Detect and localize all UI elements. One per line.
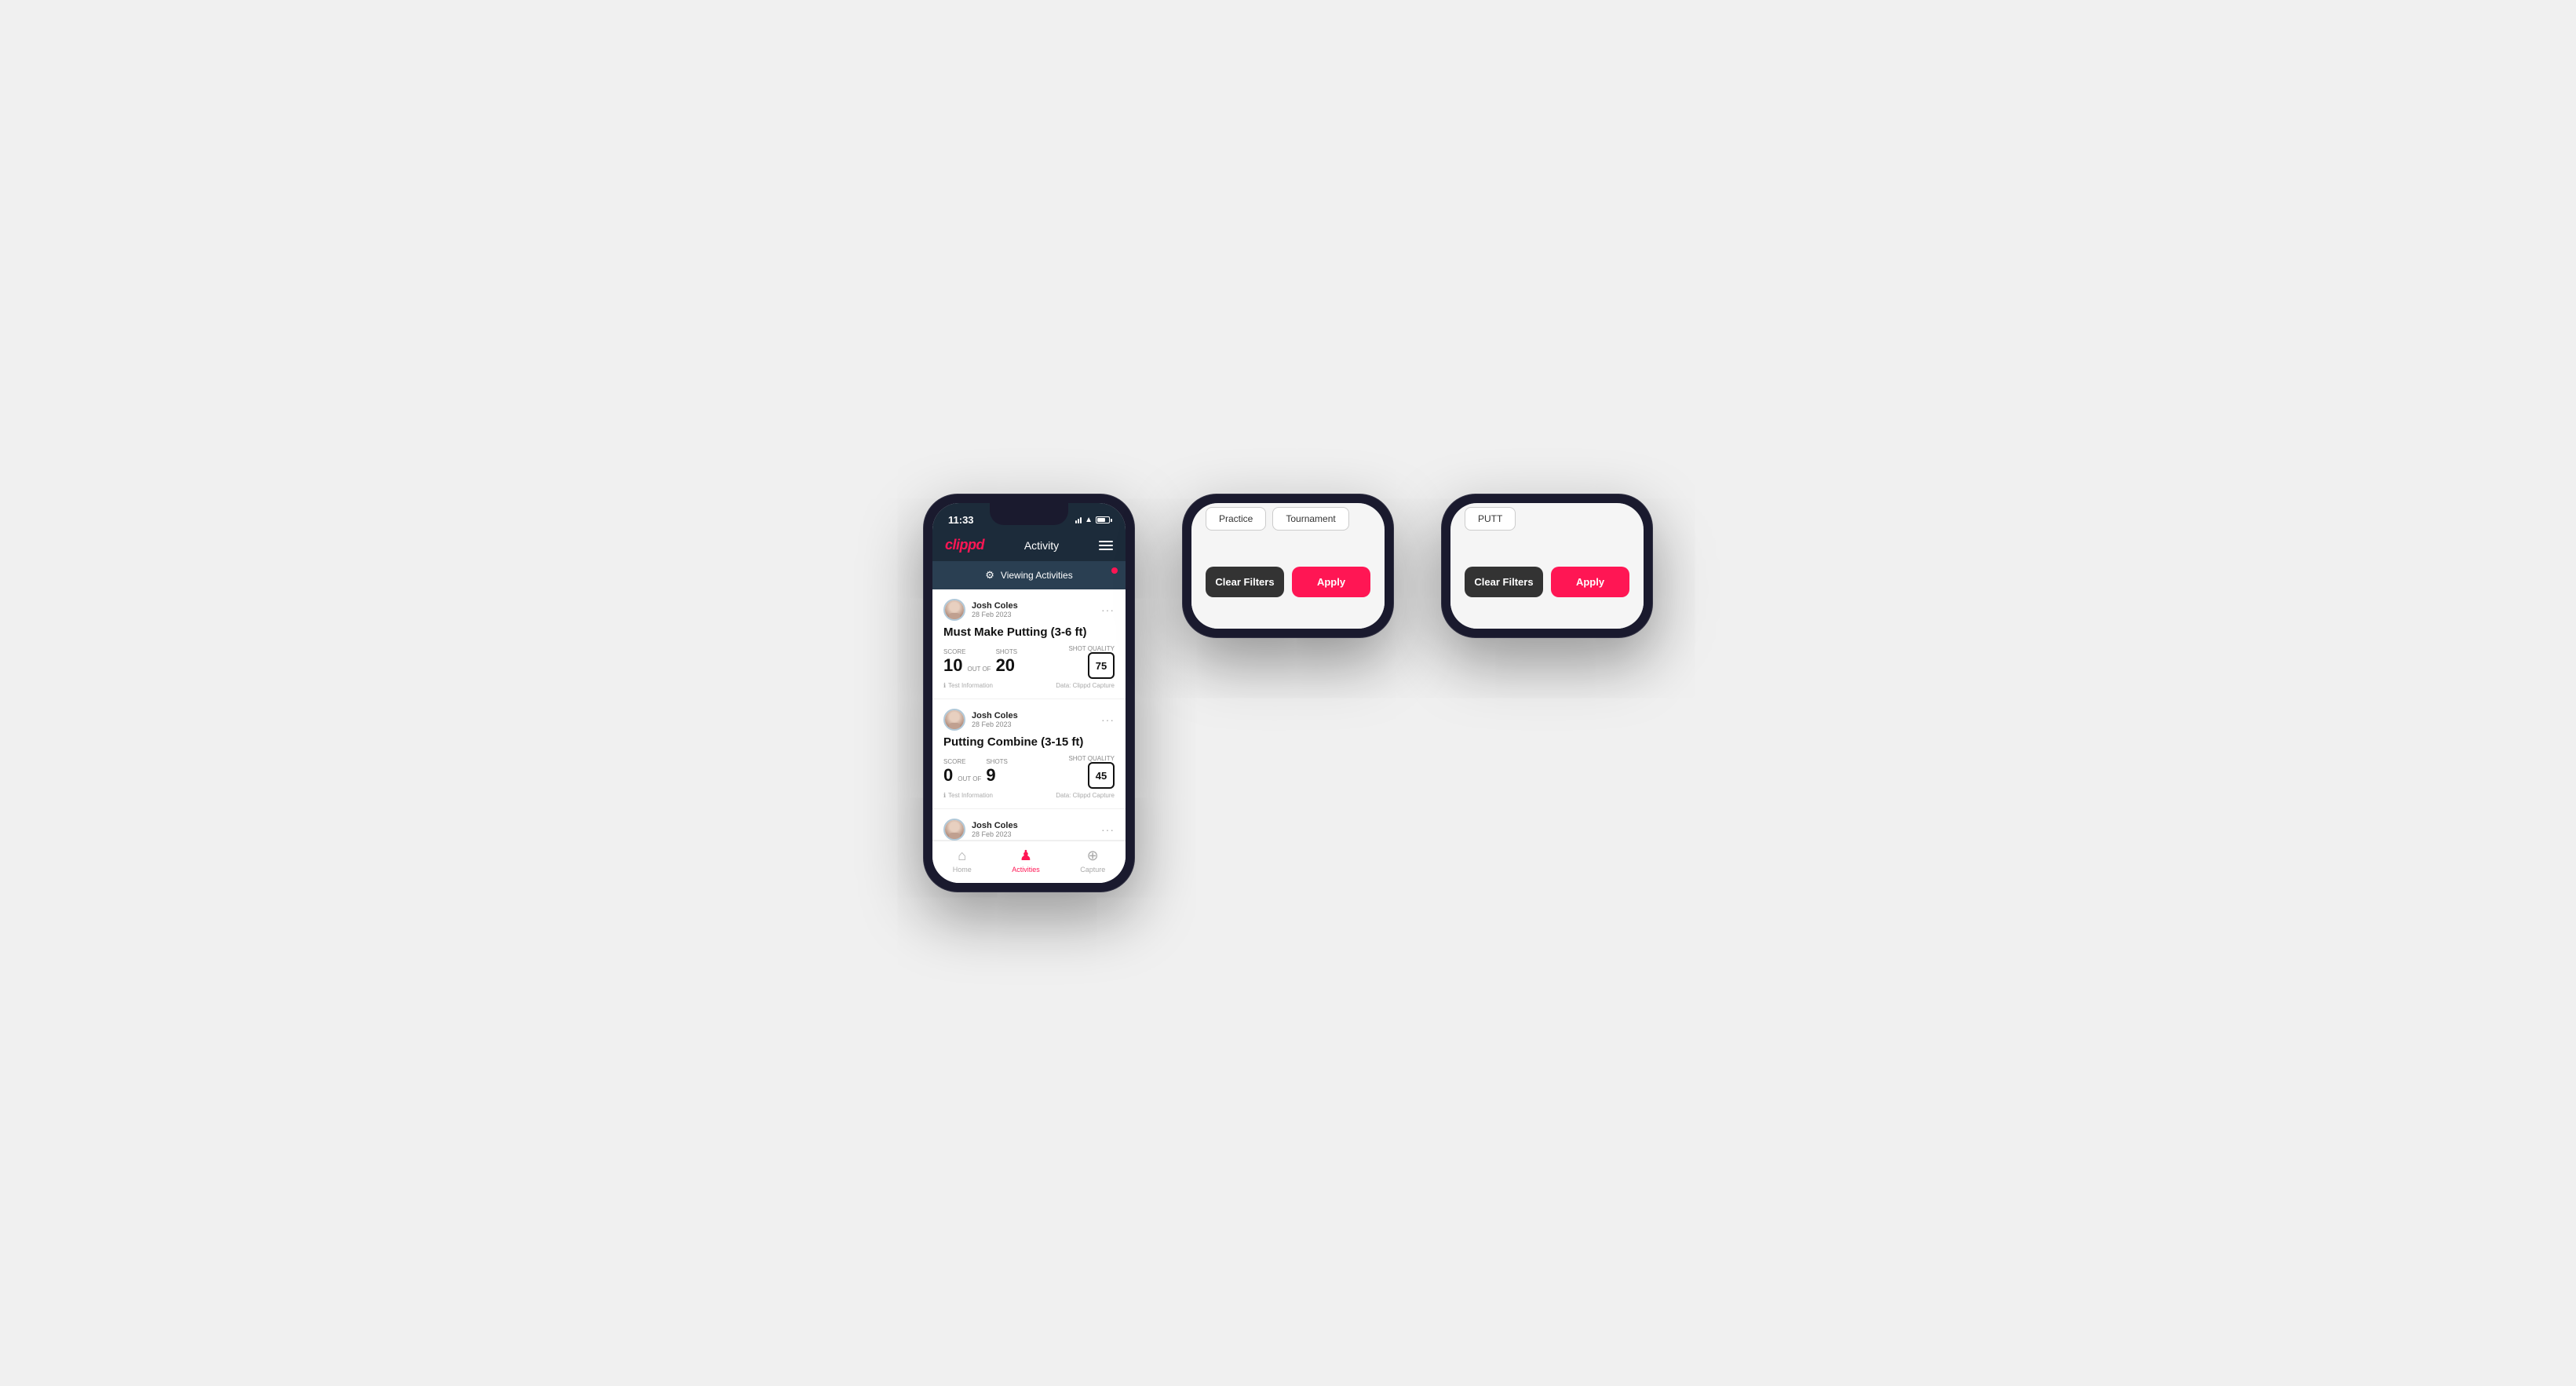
- shot-quality-label-2: Shot Quality: [1068, 755, 1115, 762]
- activity-title-1: Must Make Putting (3-6 ft): [943, 626, 1115, 639]
- nav-title-1: Activity: [1024, 539, 1059, 552]
- score-label-1: Score: [943, 648, 993, 655]
- activity-list-1: Josh Coles 28 Feb 2023 ··· Must Make Put…: [932, 589, 1126, 841]
- activity-card-3: Josh Coles 28 Feb 2023 ···: [932, 809, 1126, 841]
- filter-sheet-3: Filter ✕ Show Rounds Practice Drills Pra…: [1450, 503, 1644, 629]
- apply-btn-2[interactable]: Apply: [1292, 567, 1370, 597]
- score-value-1: 10: [943, 655, 962, 676]
- viewing-label-1: Viewing Activities: [1001, 570, 1073, 581]
- status-time-1: 11:33: [948, 514, 974, 526]
- phone-notch: [990, 503, 1068, 525]
- user-name-2: Josh Coles: [972, 711, 1018, 720]
- home-icon-1: ⌂: [958, 848, 966, 864]
- wifi-icon: ▲: [1085, 516, 1093, 524]
- score-value-2: 0: [943, 765, 953, 786]
- shots-value-2: 9: [986, 765, 995, 785]
- drills-toggle-group-3: OTT APP ARG PUTT: [1465, 503, 1629, 531]
- more-options-2[interactable]: ···: [1101, 713, 1115, 726]
- user-date-3: 28 Feb 2023: [972, 830, 1018, 838]
- sheet-footer-2: Clear Filters Apply: [1191, 554, 1385, 613]
- capture-icon-1: ⊕: [1087, 848, 1099, 864]
- shot-quality-label-1: Shot Quality: [1068, 645, 1115, 652]
- sheet-footer-3: Clear Filters Apply: [1450, 554, 1644, 613]
- user-date-1: 28 Feb 2023: [972, 611, 1018, 618]
- rounds-tournament-btn-2[interactable]: Tournament: [1272, 507, 1348, 531]
- user-name-3: Josh Coles: [972, 821, 1018, 830]
- rounds-section-2: Rounds Practice Tournament: [1191, 503, 1385, 538]
- sheet-bottom-spacer-3: [1450, 613, 1644, 629]
- status-icons-1: ▲: [1075, 516, 1110, 524]
- shots-label-2: Shots: [986, 758, 1008, 765]
- nav-bar-1: clippd Activity: [932, 531, 1126, 561]
- phone-2: 11:33 ▲ clippd Activity: [1182, 494, 1394, 638]
- rounds-toggle-group-2: Practice Tournament: [1206, 507, 1370, 531]
- activities-icon-1: ♟: [1020, 848, 1032, 864]
- shot-quality-badge-1: 75: [1088, 652, 1115, 679]
- drill-putt-btn-3[interactable]: PUTT: [1465, 507, 1516, 531]
- score-label-2: Score: [943, 758, 983, 765]
- phone-3: 11:33 ▲ clippd Activity: [1441, 494, 1653, 638]
- user-name-1: Josh Coles: [972, 601, 1018, 611]
- avatar-2: [943, 709, 965, 731]
- card-header-1: Josh Coles 28 Feb 2023 ···: [943, 599, 1115, 621]
- data-source-2: Data: Clippd Capture: [1056, 792, 1115, 799]
- drills-section-3: Practice Drills OTT APP ARG PUTT: [1450, 503, 1644, 538]
- battery-icon: [1096, 516, 1110, 523]
- avatar-1: [943, 599, 965, 621]
- clear-filters-btn-3[interactable]: Clear Filters: [1465, 567, 1543, 597]
- nav-capture-1[interactable]: ⊕ Capture: [1080, 848, 1105, 874]
- filter-sheet-2: Filter ✕ Show Rounds Practice Drills Rou…: [1191, 503, 1385, 629]
- test-info-1: ℹ Test Information: [943, 682, 993, 689]
- viewing-banner-1[interactable]: ⚙ Viewing Activities: [932, 561, 1126, 589]
- activity-card-2: Josh Coles 28 Feb 2023 ··· Putting Combi…: [932, 699, 1126, 809]
- avatar-3: [943, 819, 965, 841]
- out-of-2: OUT OF: [958, 775, 981, 782]
- scene: 11:33 ▲ clippd Activity: [876, 447, 1700, 939]
- nav-activities-1[interactable]: ♟ Activities: [1012, 848, 1040, 874]
- hamburger-menu-1[interactable]: [1099, 541, 1113, 550]
- out-of-1: OUT OF: [967, 666, 991, 673]
- card-footer-1: ℹ Test Information Data: Clippd Capture: [943, 682, 1115, 689]
- more-options-1[interactable]: ···: [1101, 604, 1115, 616]
- card-footer-2: ℹ Test Information Data: Clippd Capture: [943, 792, 1115, 799]
- apply-btn-3[interactable]: Apply: [1551, 567, 1629, 597]
- data-source-1: Data: Clippd Capture: [1056, 682, 1115, 689]
- activity-title-2: Putting Combine (3-15 ft): [943, 735, 1115, 749]
- info-icon-2: ℹ: [943, 792, 946, 799]
- user-info-2: Josh Coles 28 Feb 2023: [943, 709, 1018, 731]
- sheet-bottom-spacer-2: [1191, 613, 1385, 629]
- rounds-practice-btn-2[interactable]: Practice: [1206, 507, 1266, 531]
- red-dot-1: [1111, 567, 1118, 574]
- clear-filters-btn-2[interactable]: Clear Filters: [1206, 567, 1284, 597]
- filter-icon-1: ⚙: [985, 569, 994, 582]
- phone-1: 11:33 ▲ clippd Activity: [923, 494, 1135, 892]
- signal-icon: [1075, 517, 1082, 523]
- nav-home-1[interactable]: ⌂ Home: [953, 848, 972, 874]
- user-date-2: 28 Feb 2023: [972, 720, 1018, 728]
- activity-card-1: Josh Coles 28 Feb 2023 ··· Must Make Put…: [932, 589, 1126, 699]
- capture-label-1: Capture: [1080, 866, 1105, 874]
- shots-label-1: Shots: [996, 648, 1018, 655]
- app-logo-1: clippd: [945, 537, 984, 553]
- shots-value-1: 20: [996, 655, 1015, 675]
- bottom-nav-1: ⌂ Home ♟ Activities ⊕ Capture: [932, 841, 1126, 883]
- card-header-3: Josh Coles 28 Feb 2023 ···: [943, 819, 1115, 841]
- info-icon-1: ℹ: [943, 682, 946, 689]
- test-info-2: ℹ Test Information: [943, 792, 993, 799]
- user-info-1: Josh Coles 28 Feb 2023: [943, 599, 1018, 621]
- home-label-1: Home: [953, 866, 972, 874]
- more-options-3[interactable]: ···: [1101, 823, 1115, 836]
- shot-quality-badge-2: 45: [1088, 762, 1115, 789]
- activities-label-1: Activities: [1012, 866, 1040, 874]
- user-info-3: Josh Coles 28 Feb 2023: [943, 819, 1018, 841]
- card-header-2: Josh Coles 28 Feb 2023 ···: [943, 709, 1115, 731]
